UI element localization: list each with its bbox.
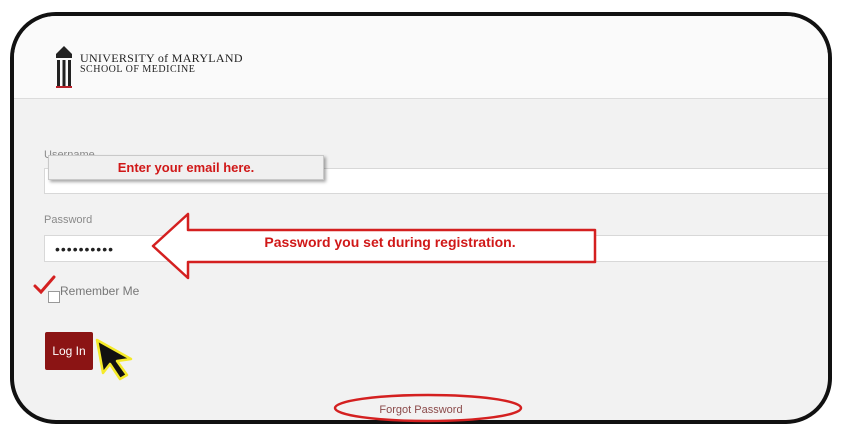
checkmark-icon — [33, 275, 56, 295]
password-hint-text: Password you set during registration. — [264, 234, 516, 250]
annotation-layer — [33, 212, 597, 423]
forgot-password-highlight — [333, 393, 523, 423]
cursor-icon — [95, 338, 133, 381]
